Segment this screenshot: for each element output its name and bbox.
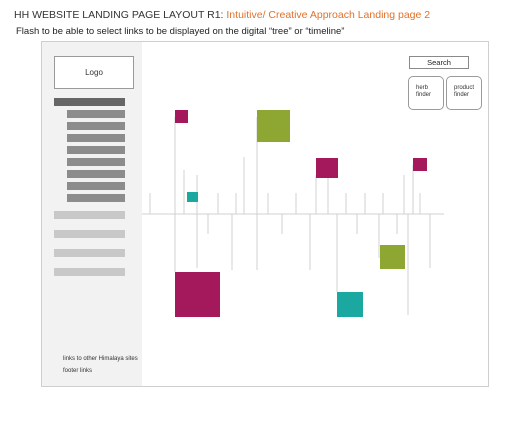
- tree-link-magenta-small[interactable]: [175, 110, 188, 123]
- tree-link-magenta-medium[interactable]: [316, 158, 338, 178]
- tree-link-green-large[interactable]: [257, 110, 290, 142]
- digital-tree-timeline: [142, 110, 444, 317]
- tree-link-teal-medium[interactable]: [337, 292, 363, 317]
- tree-link-magenta-large[interactable]: [175, 272, 220, 317]
- tree-link-teal-small[interactable]: [187, 192, 198, 202]
- tree-link-green-medium[interactable]: [380, 245, 405, 269]
- tree-link-magenta-small-right[interactable]: [413, 158, 427, 171]
